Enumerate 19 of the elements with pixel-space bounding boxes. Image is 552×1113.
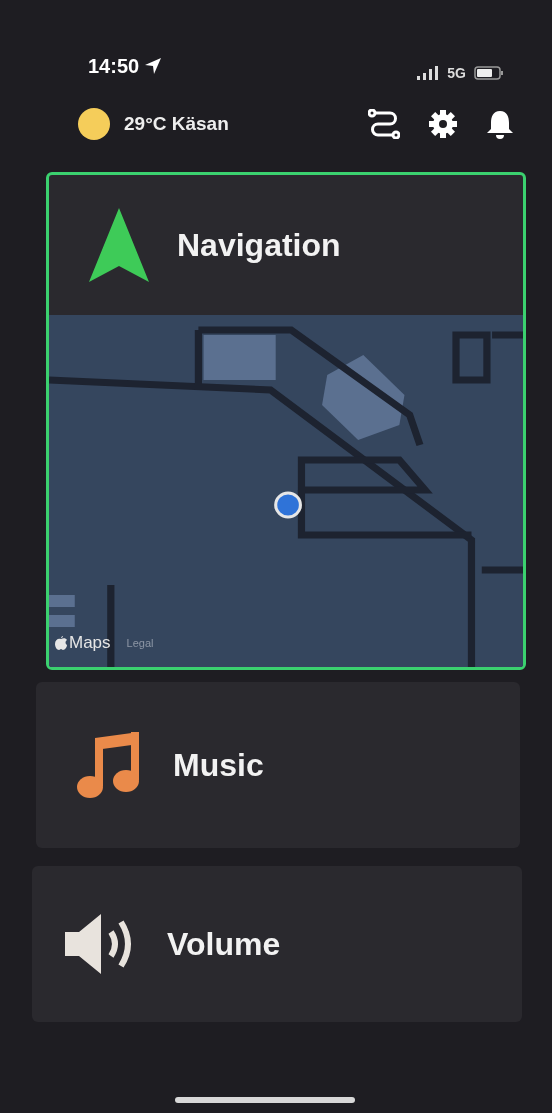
- location-arrow-icon: [145, 58, 162, 74]
- settings-icon[interactable]: [428, 109, 458, 139]
- navigation-arrow-icon: [89, 208, 149, 282]
- card-title: Navigation: [177, 226, 341, 264]
- notification-bell-icon[interactable]: [486, 109, 514, 139]
- weather-text: 29°C Käsan: [124, 113, 229, 135]
- network-label: 5G: [447, 65, 466, 81]
- card-title: Volume: [167, 925, 281, 963]
- route-icon[interactable]: [368, 109, 400, 139]
- status-time: 14:50: [88, 54, 162, 78]
- maps-attribution: Maps: [69, 633, 111, 653]
- music-card[interactable]: Music: [36, 682, 520, 848]
- battery-icon: [474, 66, 504, 80]
- signal-icon: [417, 66, 440, 80]
- logo-icon: [55, 636, 67, 650]
- volume-card[interactable]: Volume: [32, 866, 522, 1022]
- card-title: Music: [173, 746, 264, 784]
- navigation-card[interactable]: Navigation Maps Legal: [46, 172, 526, 670]
- sun-icon: [78, 108, 110, 140]
